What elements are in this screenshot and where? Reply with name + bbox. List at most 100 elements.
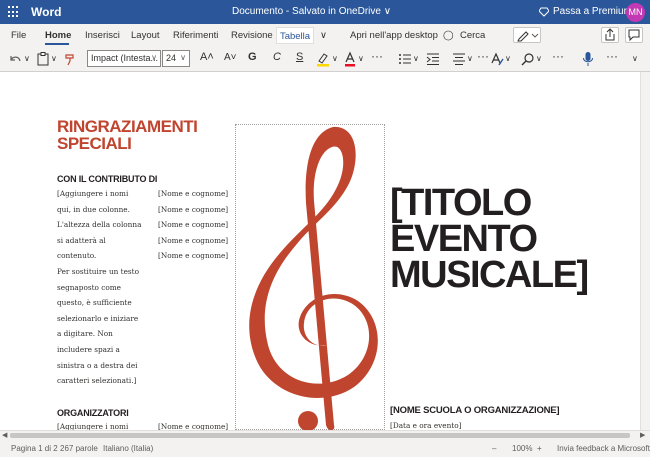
heading-line: RINGRAZIAMENTI <box>57 117 198 136</box>
font-name-value: Impact (Intesta... <box>91 53 159 63</box>
format-painter-icon[interactable] <box>64 52 78 66</box>
name-entry: [Nome e cognome] <box>158 251 229 261</box>
name-entry: [Nome e cognome] <box>158 235 229 245</box>
font-size-value: 24 <box>166 53 177 63</box>
font-color-icon[interactable] <box>344 51 356 67</box>
comments-button[interactable] <box>625 27 643 43</box>
text-line: [Aggiungere i nomi <box>57 189 129 198</box>
text-line: L'altezza della colonna <box>57 220 142 230</box>
language-status[interactable]: Italiano (Italia) <box>103 444 153 453</box>
font-color-dropdown-icon[interactable]: ∨ <box>358 54 364 63</box>
horizontal-scrollbar[interactable]: ◀ ▶ <box>0 430 650 440</box>
highlight-dropdown-icon[interactable]: ∨ <box>332 54 338 63</box>
paste-dropdown-icon[interactable]: ∨ <box>51 54 57 63</box>
diamond-icon <box>539 7 549 17</box>
ribbon-toolbar: ∨ ∨ Impact (Intesta... ∨ 24 ∨ A˄ A˅ G C … <box>0 46 650 72</box>
text-line: selezionarlo e iniziare <box>57 313 139 323</box>
event-datetime: [Data e ora evento] <box>390 421 462 430</box>
text-line: qui, in due colonne. <box>57 204 130 214</box>
heading-line: SPECIALI <box>57 134 132 153</box>
name-entry: [Nome e cognome] <box>158 220 229 230</box>
feedback-link[interactable]: Invia feedback a Microsoft <box>557 444 650 453</box>
align-icon[interactable] <box>452 52 466 66</box>
styles-dropdown-icon[interactable]: ∨ <box>505 54 511 63</box>
avatar[interactable]: MN <box>626 3 645 22</box>
font-name-select[interactable]: Impact (Intesta... ∨ <box>87 50 161 67</box>
grow-font-button[interactable]: A˄ <box>200 51 214 63</box>
undo-icon[interactable] <box>8 53 22 65</box>
font-size-select[interactable]: 24 ∨ <box>162 50 190 67</box>
indent-icon[interactable] <box>426 52 440 66</box>
undo-dropdown-icon[interactable]: ∨ <box>24 54 30 63</box>
text-line: contenuto. <box>57 251 97 261</box>
chevron-down-icon: ∨ <box>151 53 157 62</box>
align-dropdown-icon[interactable]: ∨ <box>467 54 473 63</box>
search-tellme[interactable]: Cerca <box>460 30 485 41</box>
bold-button[interactable]: G <box>248 51 257 63</box>
word-count: 267 parole <box>60 444 98 453</box>
comment-icon <box>628 29 640 42</box>
name-entry: [Nome e cognome] <box>158 189 229 198</box>
share-button[interactable] <box>601 27 619 43</box>
collapse-ribbon-icon[interactable]: ∨ <box>632 54 638 63</box>
pencil-icon <box>517 31 539 42</box>
zoom-out-button[interactable]: – <box>492 444 496 453</box>
text-line: questo, è sufficiente <box>57 298 132 308</box>
italic-button[interactable]: C <box>273 51 281 63</box>
school-name: [NOME SCUOLA O ORGANIZZAZIONE] <box>390 405 560 416</box>
chevron-down-icon: ∨ <box>180 53 186 62</box>
zoom-level[interactable]: 100% <box>512 444 532 453</box>
text-line: segnaposto come <box>57 282 121 292</box>
open-desktop-button[interactable]: Apri nell'app desktop <box>350 30 438 41</box>
special-thanks-heading: RINGRAZIAMENTI SPECIALI <box>57 117 198 153</box>
tab-home[interactable]: Home <box>45 30 71 41</box>
scroll-left-icon[interactable]: ◀ <box>2 431 7 439</box>
share-icon <box>605 28 615 41</box>
paste-icon[interactable] <box>37 52 49 66</box>
highlighter-icon[interactable] <box>316 51 330 67</box>
tab-riferimenti[interactable]: Riferimenti <box>173 30 218 41</box>
tab-tabella[interactable]: Tabella <box>276 27 314 44</box>
more-editing-options[interactable]: ··· <box>552 49 564 63</box>
event-title-line: [TITOLO <box>390 182 532 224</box>
lightbulb-icon: ◯ <box>443 30 454 41</box>
scrollbar-thumb[interactable] <box>10 433 630 438</box>
contributors-title: CON IL CONTRIBUTO DI <box>57 174 158 184</box>
text-line: caratteri selezionati.] <box>57 376 137 386</box>
more-toolbar-options[interactable]: ··· <box>606 49 618 63</box>
bullets-dropdown-icon[interactable]: ∨ <box>413 54 419 63</box>
event-title-line: EVENTO <box>390 218 538 260</box>
document-title[interactable]: Documento - Salvato in OneDrive ∨ <box>232 6 391 17</box>
premium-button[interactable]: Passa a Premium <box>553 6 632 17</box>
find-dropdown-icon[interactable]: ∨ <box>536 54 542 63</box>
more-font-options[interactable]: ··· <box>371 49 383 63</box>
status-bar: Pagina 1 di 2 267 parole Italiano (Itali… <box>0 440 650 457</box>
app-launcher-icon[interactable] <box>8 6 20 18</box>
bullets-icon[interactable] <box>398 52 412 66</box>
editing-mode-button[interactable] <box>513 27 541 43</box>
contributors-text: [Aggiungere i nomi qui, in due colonne. … <box>57 186 152 389</box>
organizers-title: ORGANIZZATORI <box>57 408 129 418</box>
tab-inserisci[interactable]: Inserisci <box>85 30 120 41</box>
styles-icon[interactable] <box>490 51 504 67</box>
active-tab-indicator <box>45 43 69 45</box>
zoom-in-button[interactable]: + <box>537 444 542 453</box>
microphone-icon[interactable] <box>582 51 594 67</box>
tab-revisione[interactable]: Revisione <box>231 30 273 41</box>
shrink-font-button[interactable]: A˅ <box>224 52 237 63</box>
event-title-line: MUSICALE] <box>390 254 589 296</box>
text-line: Per sostituire un testo <box>57 266 139 276</box>
clef-frame[interactable] <box>235 124 385 431</box>
tab-file[interactable]: File <box>11 30 26 41</box>
event-title: [TITOLO EVENTO MUSICALE] <box>390 182 589 296</box>
underline-button[interactable]: S <box>296 51 303 63</box>
chevron-down-icon[interactable]: ∨ <box>320 30 327 41</box>
vertical-scrollbar[interactable] <box>640 72 650 440</box>
search-icon[interactable] <box>521 52 535 66</box>
scroll-right-icon[interactable]: ▶ <box>640 431 645 439</box>
more-paragraph-options[interactable]: ··· <box>477 49 489 63</box>
tab-layout[interactable]: Layout <box>131 30 160 41</box>
treble-clef-icon <box>249 126 378 431</box>
page-count: Pagina 1 di 2 <box>11 444 58 453</box>
title-bar: Word Documento - Salvato in OneDrive ∨ P… <box>0 0 650 24</box>
